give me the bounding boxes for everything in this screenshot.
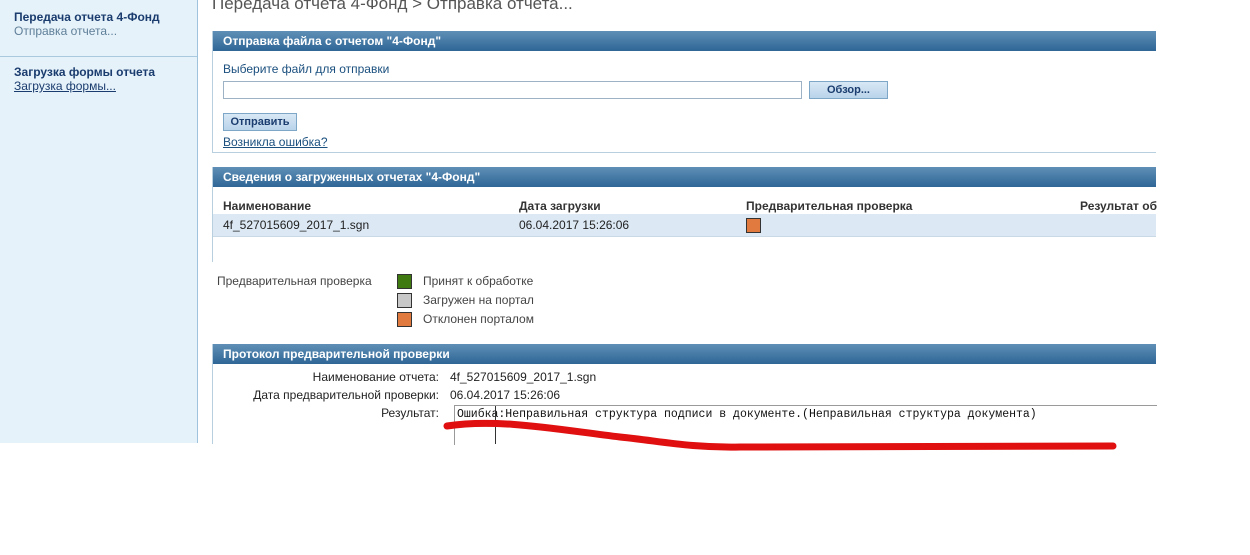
send-button[interactable]: Отправить xyxy=(223,113,297,131)
page-title: Передача отчета 4-Фонд > Отправка отчета… xyxy=(212,0,573,13)
column-header-result: Результат об xyxy=(1080,199,1158,213)
sidebar-item-send-report[interactable]: Передача отчета 4-Фонд Отправка отчета..… xyxy=(0,0,197,57)
choose-file-label: Выберите файл для отправки xyxy=(223,62,390,76)
legend-rejected-swatch xyxy=(397,312,412,327)
result-textarea[interactable]: Ошибка:Неправильная структура подписи в … xyxy=(454,405,1157,445)
table-header: Наименование Дата загрузки Предварительн… xyxy=(213,197,1158,215)
upload-panel-header: Отправка файла с отчетом "4-Фонд" xyxy=(213,31,1156,51)
sidebar-item-title[interactable]: Передача отчета 4-Фонд xyxy=(14,10,183,24)
column-header-precheck: Предварительная проверка xyxy=(746,199,913,213)
result-label: Результат: xyxy=(381,406,439,420)
precheck-status-indicator xyxy=(746,218,761,233)
legend-title: Предварительная проверка xyxy=(217,274,372,288)
legend-uploaded-swatch xyxy=(397,293,412,308)
legend-rejected-label: Отклонен порталом xyxy=(423,312,534,326)
result-text: Ошибка:Неправильная структура подписи в … xyxy=(457,408,1037,421)
sidebar-upload-form-link[interactable]: Загрузка формы... xyxy=(14,79,183,93)
error-help-link[interactable]: Возникла ошибка? xyxy=(223,135,328,149)
protocol-panel: Протокол предварительной проверки Наимен… xyxy=(212,344,1157,445)
upload-panel: Отправка файла с отчетом "4-Фонд" Выбери… xyxy=(212,31,1156,153)
column-header-date: Дата загрузки xyxy=(519,199,601,213)
report-date-cell: 06.04.2017 15:26:06 xyxy=(519,218,630,232)
report-name-value: 4f_527015609_2017_1.sgn xyxy=(450,370,597,384)
protocol-panel-header: Протокол предварительной проверки xyxy=(213,344,1156,364)
browse-button[interactable]: Обзор... xyxy=(809,81,888,99)
text-cursor xyxy=(495,406,496,444)
column-header-name: Наименование xyxy=(223,199,312,213)
report-name-cell[interactable]: 4f_527015609_2017_1.sgn xyxy=(223,218,369,232)
reports-panel: Сведения о загруженных отчетах "4-Фонд" … xyxy=(212,167,1158,262)
precheck-date-value: 06.04.2017 15:26:06 xyxy=(450,388,561,402)
file-path-input[interactable] xyxy=(223,81,802,99)
legend-accepted-label: Принят к обработке xyxy=(423,274,534,288)
legend-accepted-swatch xyxy=(397,274,412,289)
sidebar-item-upload-form[interactable]: Загрузка формы отчета Загрузка формы... xyxy=(0,57,197,101)
sidebar-item-title: Загрузка формы отчета xyxy=(14,65,156,79)
report-name-label: Наименование отчета: xyxy=(312,370,439,384)
precheck-date-label: Дата предварительной проверки: xyxy=(253,388,439,402)
legend-uploaded-label: Загружен на портал xyxy=(423,293,534,307)
sidebar: Передача отчета 4-Фонд Отправка отчета..… xyxy=(0,0,198,443)
table-row[interactable]: 4f_527015609_2017_1.sgn 06.04.2017 15:26… xyxy=(213,214,1156,237)
reports-panel-header: Сведения о загруженных отчетах "4-Фонд" xyxy=(213,167,1156,187)
sidebar-item-subtitle: Отправка отчета... xyxy=(14,24,118,38)
